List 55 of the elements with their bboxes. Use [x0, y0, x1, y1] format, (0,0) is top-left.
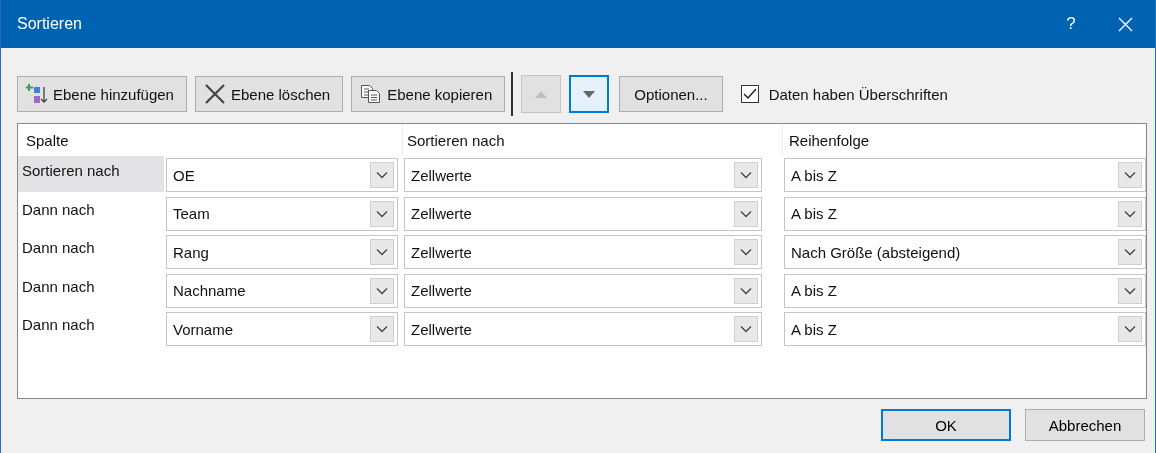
window-title: Sortieren — [16, 15, 83, 33]
chevron-down-icon — [376, 171, 388, 180]
row-label[interactable]: Dann nach — [18, 271, 164, 308]
chevron-down-icon — [376, 209, 388, 218]
dialog-button[interactable]: OK — [881, 409, 1011, 441]
toolbar-button[interactable]: Ebene löschen — [194, 76, 344, 112]
dropdown-field[interactable]: Nachname — [166, 273, 398, 308]
move-down-button[interactable] — [569, 75, 610, 113]
row-label[interactable]: Dann nach — [18, 194, 164, 231]
dropdown-field[interactable]: A bis Z — [784, 273, 1146, 308]
toolbar-button[interactable]: Ebene kopieren — [351, 76, 506, 112]
toolbar-button[interactable]: Ebene hinzufügen — [17, 76, 187, 112]
chevron-down-icon — [740, 325, 752, 334]
copy-icon — [360, 84, 383, 104]
chevron-down-icon — [740, 171, 752, 180]
dropdown-field[interactable]: A bis Z — [784, 312, 1146, 347]
column-header: Spalte — [25, 130, 70, 151]
chevron-down-icon — [1124, 209, 1136, 218]
dropdown-field[interactable]: Zellwerte — [404, 196, 762, 231]
close-icon — [1117, 16, 1133, 32]
checkbox[interactable] — [740, 85, 759, 103]
dropdown-field[interactable]: Vorname — [166, 312, 398, 347]
chevron-down-icon — [376, 286, 388, 295]
dropdown-field[interactable]: OE — [166, 158, 398, 193]
dropdown-field[interactable]: Team — [166, 196, 398, 231]
dropdown-field[interactable]: Zellwerte — [404, 158, 762, 193]
help-button[interactable]: ? — [1047, 0, 1095, 48]
column-header: Reihenfolge — [782, 124, 870, 156]
row-label[interactable]: Sortieren nach — [18, 156, 164, 192]
chevron-down-icon — [1124, 248, 1136, 257]
chevron-down-icon — [1124, 171, 1136, 180]
dropdown-field[interactable]: Zellwerte — [404, 312, 762, 347]
checkmark-icon — [742, 88, 757, 100]
chevron-down-icon — [376, 325, 388, 334]
chevron-down-icon — [740, 286, 752, 295]
column-header: Sortieren nach — [402, 124, 782, 156]
dropdown-field[interactable]: A bis Z — [784, 196, 1146, 231]
chevron-down-icon — [1124, 286, 1136, 295]
options-button[interactable]: Optionen... — [619, 76, 723, 112]
sort-add-icon — [26, 83, 48, 105]
dropdown-field[interactable]: Zellwerte — [404, 235, 762, 270]
chevron-down-icon — [376, 248, 388, 257]
chevron-down-icon — [740, 209, 752, 218]
dropdown-field[interactable]: Rang — [166, 235, 398, 270]
x-icon — [203, 83, 226, 105]
dropdown-field[interactable]: A bis Z — [784, 158, 1146, 193]
chevron-down-icon — [740, 248, 752, 257]
row-label[interactable]: Dann nach — [18, 310, 164, 346]
chevron-down-icon — [1124, 325, 1136, 334]
dialog-button[interactable]: Abbrechen — [1025, 409, 1145, 441]
row-label[interactable]: Dann nach — [18, 233, 164, 269]
dropdown-field[interactable]: Zellwerte — [404, 273, 762, 308]
dropdown-field[interactable]: Nach Größe (absteigend) — [784, 235, 1146, 270]
triangle-up-icon — [535, 90, 548, 98]
triangle-down-icon — [583, 90, 596, 98]
